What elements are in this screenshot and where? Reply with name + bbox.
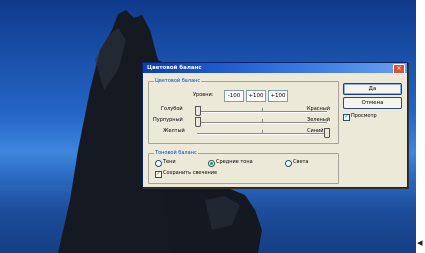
- slider-center-tick: [262, 130, 263, 133]
- level-field-magenta-green[interactable]: +100: [246, 90, 266, 102]
- slider-center-tick: [262, 119, 263, 122]
- preview-label: Просмотр: [351, 113, 377, 119]
- cancel-button[interactable]: Отмена: [343, 97, 402, 109]
- slider-red-label: Красный: [307, 106, 331, 112]
- slider-magenta-label: Пурпурный: [153, 117, 183, 123]
- level-field-cyan-red[interactable]: -100: [224, 90, 244, 102]
- slider-yellow-label: Желтый: [163, 128, 185, 134]
- radio-highlights-label: Света: [293, 159, 309, 165]
- slider-cyan-red-thumb[interactable]: [195, 106, 201, 116]
- color-balance-dialog: Цветовой баланс × Цветовой баланс Уровни…: [142, 62, 408, 188]
- arrow-left-icon: ◂: [417, 236, 423, 249]
- tone-balance-group-label: Тоновой баланс: [154, 150, 198, 157]
- radio-shadows[interactable]: [155, 160, 162, 167]
- preserve-luminosity-checkbox[interactable]: ✓: [155, 171, 162, 178]
- radio-highlights[interactable]: [285, 160, 292, 167]
- dialog-title: Цветовой баланс: [143, 63, 407, 73]
- preserve-luminosity-label: Сохранить свечение: [163, 170, 218, 176]
- color-balance-group: Цветовой баланс Уровни: -100 +100 +100 Г…: [148, 78, 339, 144]
- slider-yellow-blue-thumb[interactable]: [324, 128, 330, 138]
- radio-shadows-label: Тени: [163, 159, 176, 165]
- close-button[interactable]: ×: [393, 64, 405, 74]
- ok-button[interactable]: Да: [343, 83, 402, 95]
- radio-midtones-label: Средние тона: [216, 159, 253, 165]
- slider-blue-label: Синий: [307, 128, 324, 134]
- slider-green-label: Зеленый: [307, 117, 331, 123]
- tone-balance-group: Тоновой баланс Тени Средние тона Света ✓…: [148, 150, 339, 184]
- radio-midtones[interactable]: [208, 160, 215, 167]
- level-field-yellow-blue[interactable]: +100: [268, 90, 288, 102]
- levels-label: Уровни:: [193, 92, 214, 98]
- preview-checkbox[interactable]: ✓: [343, 114, 350, 121]
- slider-center-tick: [262, 108, 263, 111]
- slider-magenta-green-thumb[interactable]: [195, 117, 201, 127]
- slider-cyan-label: Голубой: [161, 106, 183, 112]
- color-balance-group-label: Цветовой баланс: [154, 78, 202, 85]
